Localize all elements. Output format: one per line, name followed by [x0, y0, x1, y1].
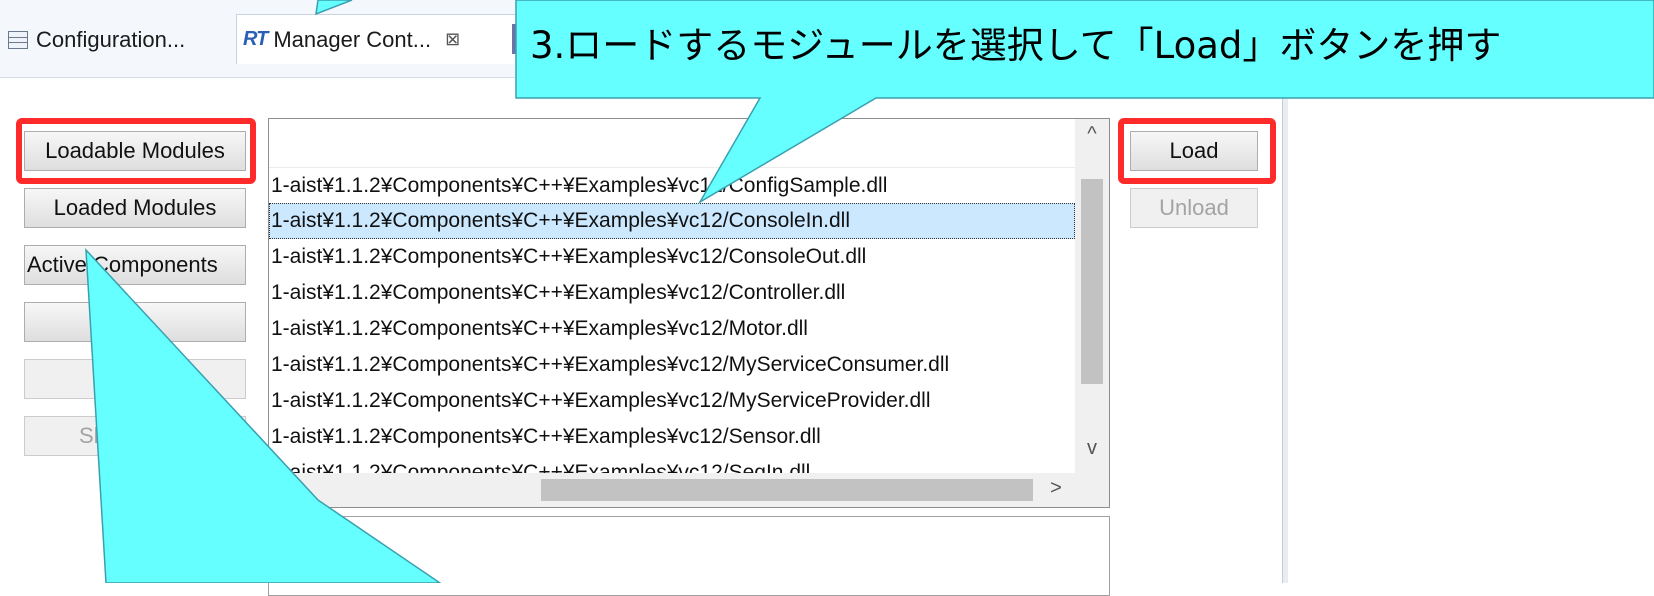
tab-configuration[interactable]: Configuration... [8, 18, 185, 62]
left-button-6[interactable]: Sh [24, 416, 246, 456]
tab-label: Manager Cont... [273, 26, 432, 52]
list-item[interactable]: 1-aist¥1.1.2¥Components¥C++¥Examples¥vc1… [269, 311, 1075, 347]
scroll-down-icon[interactable]: v [1075, 437, 1109, 460]
list-item[interactable]: 1-aist¥1.1.2¥Components¥C++¥Examples¥vc1… [269, 455, 1075, 475]
panel-divider [1282, 78, 1288, 583]
list-item[interactable]: 1-aist¥1.1.2¥Components¥C++¥Examples¥vc1… [269, 239, 1075, 275]
tab-manager-control[interactable]: RT Manager Cont... ⊠ [236, 14, 528, 64]
vertical-scrollbar[interactable]: ^ v [1075, 119, 1109, 475]
active-components-button[interactable]: Active Components [24, 245, 246, 285]
list-item[interactable] [269, 127, 1075, 163]
callout-text: 3.ロードするモジュールを選択して「Load」ボタンを押す [530, 24, 1502, 67]
list-item[interactable]: 1-aist¥1.1.2¥Components¥C++¥Examples¥vc1… [269, 275, 1075, 311]
table-icon [8, 31, 28, 49]
left-button-5[interactable] [24, 359, 246, 399]
loaded-modules-button[interactable]: Loaded Modules [24, 188, 246, 228]
list-item[interactable]: 1-aist¥1.1.2¥Components¥C++¥Examples¥vc1… [269, 347, 1075, 383]
tab-label: Configuration... [36, 27, 186, 52]
scroll-up-icon[interactable]: ^ [1075, 123, 1109, 146]
vertical-scroll-thumb[interactable] [1081, 179, 1103, 384]
details-panel [268, 516, 1110, 596]
tab-partial[interactable] [512, 24, 522, 54]
list-item[interactable]: 1-aist¥1.1.2¥Components¥C++¥Examples¥vc1… [269, 383, 1075, 419]
list-item[interactable]: 1-aist¥1.1.2¥Components¥C++¥Examples¥vc1… [269, 167, 1075, 203]
close-icon[interactable]: ⊠ [445, 29, 460, 50]
module-list[interactable]: 1-aist¥1.1.2¥Components¥C++¥Examples¥vc1… [268, 118, 1110, 508]
left-button-4[interactable] [24, 302, 246, 342]
list-item[interactable]: 1-aist¥1.1.2¥Components¥C++¥Examples¥vc1… [269, 419, 1075, 455]
load-button-highlight [1118, 118, 1276, 184]
list-item-selected[interactable]: 1-aist¥1.1.2¥Components¥C++¥Examples¥vc1… [269, 203, 1075, 239]
scrollbar-corner [1075, 473, 1109, 507]
rt-icon: RT [243, 28, 268, 50]
scroll-right-icon[interactable]: > [1039, 477, 1073, 500]
unload-button[interactable]: Unload [1130, 188, 1258, 228]
horizontal-scrollbar[interactable]: > [269, 473, 1075, 507]
loadable-modules-highlight [16, 118, 256, 184]
horizontal-scroll-thumb[interactable] [541, 479, 1033, 501]
